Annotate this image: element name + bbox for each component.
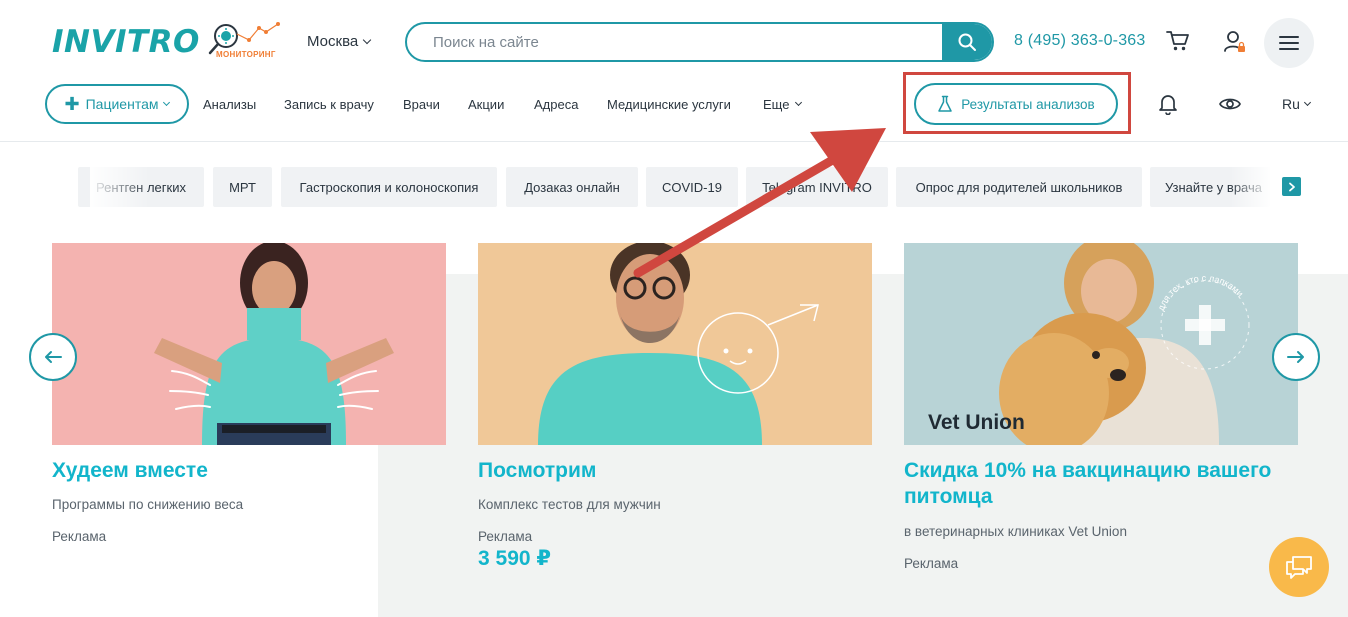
chip-parents-survey[interactable]: Опрос для родителей школьников: [896, 167, 1142, 207]
nav-link-medical-services[interactable]: Медицинские услуги: [607, 97, 731, 112]
search-input[interactable]: [407, 24, 942, 60]
card-subtitle-men-tests: Комплекс тестов для мужчин: [478, 497, 661, 512]
chip-endoscopy[interactable]: Гастроскопия и колоноскопия: [281, 167, 497, 207]
language-label: Ru: [1282, 96, 1300, 112]
city-selector[interactable]: Москва: [307, 33, 372, 50]
plus-icon: ✚: [64, 94, 80, 114]
results-button[interactable]: Результаты анализов: [914, 83, 1118, 125]
bell-icon[interactable]: [1158, 93, 1178, 115]
menu-icon-line: [1279, 42, 1299, 44]
cart-icon[interactable]: [1166, 30, 1190, 52]
invitro-logo[interactable]: INVITRO: [52, 24, 200, 60]
flask-icon: [938, 95, 953, 112]
card-title-men-tests[interactable]: Посмотрим: [478, 458, 596, 484]
man-photo-illustration: [538, 243, 819, 445]
nav-link-addresses[interactable]: Адреса: [534, 97, 578, 112]
patients-dropdown-button[interactable]: ✚ Пациентам: [45, 84, 189, 124]
search-bar: [405, 22, 994, 62]
arrow-right-icon: [1287, 351, 1304, 363]
nav-more-label: Еще: [763, 97, 790, 112]
nav-link-analyses[interactable]: Анализы: [203, 97, 256, 112]
chat-button[interactable]: [1269, 537, 1329, 597]
arrow-left-icon: [45, 351, 62, 363]
chip-reorder[interactable]: Дозаказ онлайн: [506, 167, 638, 207]
nav-link-doctors[interactable]: Врачи: [403, 97, 440, 112]
patients-label: Пациентам: [85, 96, 159, 112]
card-subtitle-vet-union: в ветеринарных клиниках Vet Union: [904, 524, 1127, 539]
chevron-down-icon: [163, 98, 171, 106]
card-ad-label: Реклама: [478, 529, 533, 544]
menu-button[interactable]: [1264, 18, 1314, 68]
chip-covid[interactable]: COVID-19: [646, 167, 738, 207]
phone-number[interactable]: 8 (495) 363-0-363: [1014, 32, 1146, 50]
woman-photo-illustration: [154, 243, 394, 445]
chevron-down-icon: [362, 35, 372, 44]
monitoring-label: МОНИТОРИНГ: [216, 50, 276, 59]
card-title-vet-union[interactable]: Скидка 10% на вакцинацию вашего питомца: [904, 458, 1304, 510]
search-icon: [958, 33, 976, 51]
chip-ask-doctor[interactable]: Узнайте у врача: [1150, 167, 1270, 207]
menu-icon-line: [1279, 48, 1299, 50]
carousel-next-button[interactable]: [1272, 333, 1320, 381]
card-ad-label: Реклама: [52, 529, 107, 544]
user-icon[interactable]: [1222, 29, 1248, 55]
header-divider: [0, 141, 1348, 142]
chevron-down-icon: [795, 98, 803, 107]
card-price-men-tests: 3 590 ₽: [478, 547, 551, 570]
chip-xray[interactable]: Рентген легких: [78, 167, 204, 207]
menu-icon: [1279, 36, 1299, 38]
chevron-right-icon: [1288, 182, 1295, 191]
card-image-weight-loss[interactable]: [52, 243, 446, 445]
chip-mri[interactable]: МРТ: [213, 167, 272, 207]
eye-icon[interactable]: [1219, 96, 1241, 112]
card-ad-label: Реклама: [904, 556, 959, 571]
nav-more-dropdown[interactable]: Еще: [763, 97, 803, 112]
nav-link-appointment[interactable]: Запись к врачу: [284, 97, 374, 112]
card-subtitle-weight-loss: Программы по снижению веса: [52, 497, 244, 512]
card-image-vet-union[interactable]: для тех, кто с лапками Vet Union: [904, 243, 1298, 445]
chevron-down-icon: [1303, 98, 1311, 106]
chip-telegram[interactable]: Telegram INVITRO: [746, 167, 888, 207]
card-image-men-tests[interactable]: [478, 243, 872, 445]
chips-next-button[interactable]: [1282, 177, 1301, 196]
card-title-weight-loss[interactable]: Худеем вместе: [52, 458, 208, 484]
search-button[interactable]: [942, 24, 992, 60]
results-label: Результаты анализов: [961, 96, 1095, 112]
language-selector[interactable]: Ru: [1282, 96, 1311, 112]
city-label: Москва: [307, 33, 359, 50]
carousel-prev-button[interactable]: [29, 333, 77, 381]
chat-icon: [1286, 556, 1312, 579]
vet-union-logo: Vet Union: [928, 411, 1025, 434]
nav-link-promotions[interactable]: Акции: [468, 97, 504, 112]
